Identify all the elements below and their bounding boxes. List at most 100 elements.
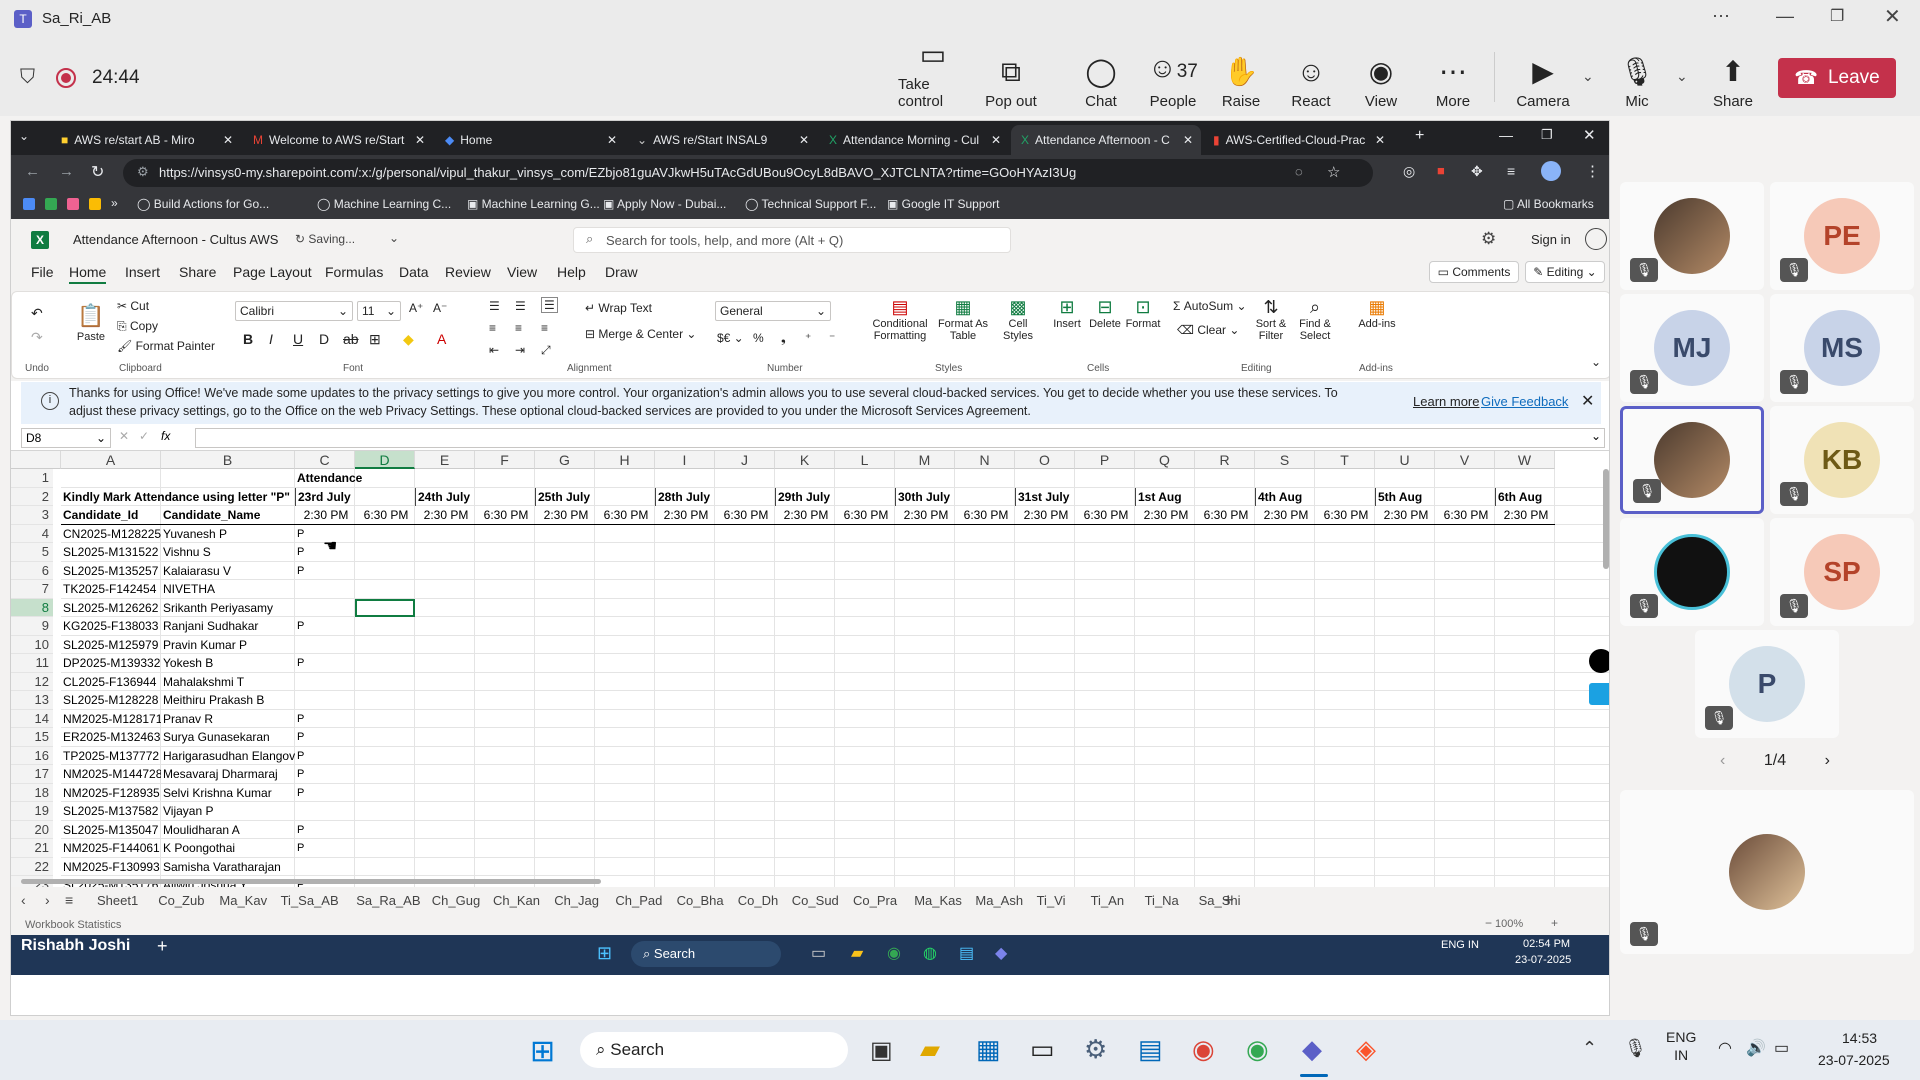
column-header[interactable]: U (1375, 451, 1435, 469)
align-center-icon[interactable]: ≡ (515, 321, 522, 335)
row-header[interactable]: 9 (11, 617, 53, 636)
learn-more-link[interactable]: Learn more (1413, 394, 1479, 409)
align-left-icon[interactable]: ≡ (489, 321, 496, 335)
font-name-select[interactable]: Calibri ⌄ (235, 301, 353, 321)
candidate-id[interactable]: SL2025-M131522 (61, 543, 161, 561)
delete-cells-button[interactable]: ⊟ Delete (1085, 297, 1125, 330)
participant-tile[interactable]: MS 🎙 (1770, 294, 1914, 402)
confirm-entry-icon[interactable]: ✓ (139, 429, 149, 443)
decrease-font-icon[interactable]: A⁻ (433, 301, 447, 315)
font-color-icon[interactable]: A (437, 331, 446, 347)
more-options-icon[interactable]: ⋯ (1712, 6, 1730, 27)
column-header[interactable]: Q (1135, 451, 1195, 469)
sheet-tab[interactable]: Co_Pra (853, 893, 897, 908)
candidate-id[interactable]: CL2025-F136944 (61, 673, 161, 691)
tab-file[interactable]: File (31, 264, 54, 280)
merge-center-button[interactable]: ⊟ Merge & Center ⌄ (585, 327, 696, 341)
tab-insert[interactable]: Insert (125, 264, 160, 280)
tab-close-icon[interactable]: ✕ (607, 133, 617, 147)
candidate-name[interactable]: Mesavaraj Dharmaraj (161, 765, 295, 783)
browser-tab[interactable]: ⌄ AWS re/Start INSAL9 ✕ (627, 125, 817, 155)
give-feedback-link[interactable]: Give Feedback (1481, 394, 1568, 409)
fx-icon[interactable]: fx (161, 429, 170, 443)
prev-page-icon[interactable]: ‹ (1720, 752, 1725, 770)
participant-tile[interactable]: 🎙 (1620, 182, 1764, 290)
candidate-name[interactable]: Pravin Kumar P (161, 636, 295, 654)
candidate-name[interactable]: Vijayan P (161, 802, 295, 820)
extension-icon[interactable]: ◎ (1403, 163, 1415, 180)
horizontal-scrollbar[interactable] (21, 879, 601, 884)
attendance-mark[interactable]: P (295, 784, 355, 802)
sheet-tab[interactable]: Sa_Ra_AB (356, 893, 420, 908)
bookmark-item[interactable]: ◯ Machine Learning C... (317, 197, 451, 211)
column-header[interactable]: P (1075, 451, 1135, 469)
bookmark-folder-icon[interactable] (23, 198, 35, 210)
insert-cells-button[interactable]: ⊞ Insert (1049, 297, 1085, 330)
row-header[interactable]: 7 (11, 580, 53, 599)
redo-icon[interactable]: ↷ (31, 329, 43, 346)
tab-help[interactable]: Help (557, 264, 586, 280)
column-header[interactable]: V (1435, 451, 1495, 469)
all-bookmarks[interactable]: ▢ All Bookmarks (1503, 197, 1594, 211)
column-header[interactable]: M (895, 451, 955, 469)
address-bar[interactable]: ⚙ https://vinsys0-my.sharepoint.com/:x:/… (123, 159, 1373, 187)
participant-tile[interactable]: 🎙 (1620, 406, 1764, 514)
row-header[interactable]: 15 (11, 728, 53, 747)
row-header[interactable]: 5 (11, 543, 53, 562)
microphone-tray-icon[interactable]: 🎙 (1624, 1038, 1647, 1059)
sheet-tab[interactable]: Ma_Ash (975, 893, 1023, 908)
row-header[interactable]: 19 (11, 802, 53, 821)
bookmark-item[interactable]: ▣ Machine Learning G... (467, 197, 600, 211)
browser-tab[interactable]: M Welcome to AWS re/Start ✕ (243, 125, 433, 155)
zoom-out-icon[interactable]: − (1485, 916, 1492, 930)
browser-tab[interactable]: ◆ Home ✕ (435, 125, 625, 155)
underline-icon[interactable]: U (293, 331, 303, 347)
row-header[interactable]: 14 (11, 709, 53, 728)
candidate-id[interactable]: NM2025-F144061 (61, 839, 161, 857)
decrease-indent-icon[interactable]: ⇤ (489, 343, 499, 357)
row-header[interactable]: 11 (11, 654, 53, 673)
title-chevron-icon[interactable]: ⌄ (389, 231, 399, 245)
tab-view[interactable]: View (507, 264, 537, 280)
align-top-icon[interactable]: ☰ (489, 299, 500, 313)
browser-tab-active[interactable]: X Attendance Afternoon - C ✕ (1011, 125, 1201, 155)
candidate-id[interactable]: SL2025-M135257 (61, 562, 161, 580)
settings-gear-icon[interactable]: ⚙ (1481, 229, 1496, 249)
candidate-name[interactable]: Selvi Krishna Kumar (161, 784, 295, 802)
sheet-tab[interactable]: Co_Bha (677, 893, 724, 908)
strikethrough-icon[interactable]: ab (343, 331, 359, 347)
sheet-tab[interactable]: Co_Sud (792, 893, 839, 908)
number-format-select[interactable]: General ⌄ (715, 301, 831, 321)
increase-indent-icon[interactable]: ⇥ (515, 343, 525, 357)
profile-avatar[interactable] (1541, 161, 1561, 181)
candidate-id[interactable]: NM2025-F130993 (61, 858, 161, 876)
formula-input[interactable] (195, 428, 1605, 448)
candidate-name[interactable]: Surya Gunasekaran (161, 728, 295, 746)
settings-icon[interactable]: ⚙ (1084, 1034, 1107, 1065)
close-notice-icon[interactable]: ✕ (1581, 391, 1594, 411)
vertical-scrollbar[interactable] (1603, 469, 1609, 569)
browser-menu-icon[interactable]: ⋮ (1585, 162, 1600, 180)
store-icon[interactable]: ▦ (976, 1034, 1001, 1065)
column-header[interactable]: G (535, 451, 595, 469)
comma-icon[interactable]: ❟ (781, 331, 786, 346)
bookmark-item[interactable]: ▣ Google IT Support (887, 197, 1000, 211)
sheet-tab[interactable]: Sa_Shi (1199, 893, 1241, 908)
orientation-icon[interactable]: ⤢ (541, 343, 551, 358)
self-view-tile[interactable]: 🎙 (1620, 790, 1914, 954)
percent-icon[interactable]: % (753, 331, 764, 345)
workbook-statistics[interactable]: Workbook Statistics (25, 919, 121, 931)
take-control-button[interactable]: ▭ Take control (898, 40, 968, 111)
tab-review[interactable]: Review (445, 264, 491, 280)
candidate-name[interactable]: Kalaiarasu V (161, 562, 295, 580)
row-header[interactable]: 13 (11, 691, 53, 710)
taskbar-search-box[interactable]: ⌕ Search (580, 1032, 848, 1068)
autosum-button[interactable]: Σ AutoSum ⌄ (1173, 299, 1247, 313)
minimize-icon[interactable]: — (1776, 6, 1794, 27)
tray-overflow-icon[interactable]: ⌃ (1582, 1038, 1597, 1059)
search-box[interactable]: ⌕ Search for tools, help, and more (Alt … (573, 227, 1011, 253)
chrome-icon[interactable]: ◉ (1192, 1034, 1215, 1065)
sheet-tab[interactable]: Ch_Gug (432, 893, 480, 908)
brave-icon[interactable]: ◈ (1356, 1034, 1376, 1065)
zoom-level[interactable]: 100% (1495, 918, 1523, 930)
